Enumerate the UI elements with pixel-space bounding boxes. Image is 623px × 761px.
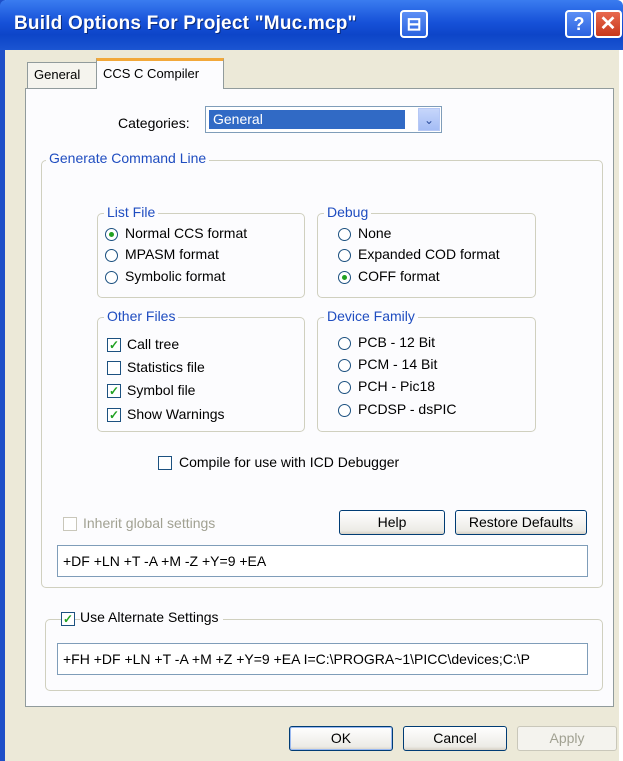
alternate-command-field[interactable]: +FH +DF +LN +T -A +M +Z +Y=9 +EA I=C:\PR… — [57, 643, 588, 675]
other-files-title: Other Files — [104, 308, 179, 324]
symbol-file-label: Symbol file — [127, 382, 196, 398]
window-title: Build Options For Project "Muc.mcp" — [14, 13, 357, 34]
icd-debugger-checkbox[interactable] — [158, 456, 172, 470]
context-menu-icon[interactable]: ⊟ — [400, 10, 428, 38]
debug-title: Debug — [324, 204, 372, 220]
device-pcm-radio[interactable] — [338, 359, 351, 372]
help-button[interactable]: Help — [339, 510, 445, 535]
inherit-global-label: Inherit global settings — [83, 515, 216, 531]
debug-none-label: None — [358, 225, 392, 241]
command-line-field[interactable]: +DF +LN +T -A +M -Z +Y=9 +EA — [57, 545, 588, 577]
help-icon[interactable]: ? — [565, 10, 593, 38]
statistics-file-label: Statistics file — [127, 359, 205, 375]
list-normal-radio[interactable] — [105, 228, 118, 241]
symbol-file-checkbox[interactable]: ✓ — [107, 384, 121, 398]
list-file-title: List File — [104, 204, 159, 220]
icd-debugger-label: Compile for use with ICD Debugger — [179, 454, 400, 470]
tab-ccs-c-compiler[interactable]: CCS C Compiler — [96, 58, 224, 89]
call-tree-checkbox[interactable]: ✓ — [107, 338, 121, 352]
device-pcb-radio[interactable] — [338, 337, 351, 350]
list-symbolic-radio[interactable] — [105, 271, 118, 284]
inherit-global-checkbox — [63, 517, 77, 531]
device-pcdsp-label: PCDSP - dsPIC — [358, 401, 457, 417]
show-warnings-label: Show Warnings — [127, 406, 225, 422]
statistics-file-checkbox[interactable] — [107, 361, 121, 375]
build-options-dialog: Build Options For Project "Muc.mcp" ⊟ ? … — [0, 0, 623, 761]
list-mpasm-label: MPASM format — [125, 246, 219, 262]
categories-label: Categories: — [118, 115, 190, 131]
debug-expanded-label: Expanded COD format — [358, 246, 500, 262]
device-family-title: Device Family — [324, 308, 418, 324]
apply-button: Apply — [517, 726, 617, 751]
device-pcb-label: PCB - 12 Bit — [358, 334, 436, 350]
use-alternate-checkbox[interactable]: ✓ — [61, 612, 75, 626]
device-pch-label: PCH - Pic18 — [358, 378, 436, 394]
chevron-down-icon[interactable]: ⌄ — [418, 108, 440, 131]
debug-expanded-radio[interactable] — [338, 249, 351, 262]
categories-select[interactable]: General ⌄ — [205, 106, 442, 133]
debug-coff-radio[interactable] — [338, 271, 351, 284]
show-warnings-checkbox[interactable]: ✓ — [107, 408, 121, 422]
debug-none-radio[interactable] — [338, 228, 351, 241]
list-normal-label: Normal CCS format — [125, 225, 248, 241]
generate-group-title: Generate Command Line — [46, 150, 210, 166]
device-pch-radio[interactable] — [338, 381, 351, 394]
list-symbolic-label: Symbolic format — [125, 268, 226, 284]
tab-general[interactable]: General — [27, 62, 97, 88]
device-pcm-label: PCM - 14 Bit — [358, 356, 438, 372]
title-bar[interactable]: Build Options For Project "Muc.mcp" ⊟ ? … — [0, 0, 623, 50]
use-alternate-label: Use Alternate Settings — [80, 609, 223, 625]
debug-coff-label: COFF format — [358, 268, 440, 284]
close-icon[interactable]: ✕ — [594, 10, 622, 38]
categories-value: General — [209, 110, 405, 129]
cancel-button[interactable]: Cancel — [403, 726, 507, 751]
list-mpasm-radio[interactable] — [105, 249, 118, 262]
device-pcdsp-radio[interactable] — [338, 404, 351, 417]
ok-button[interactable]: OK — [289, 726, 393, 751]
call-tree-label: Call tree — [127, 336, 180, 352]
restore-defaults-button[interactable]: Restore Defaults — [455, 510, 587, 535]
